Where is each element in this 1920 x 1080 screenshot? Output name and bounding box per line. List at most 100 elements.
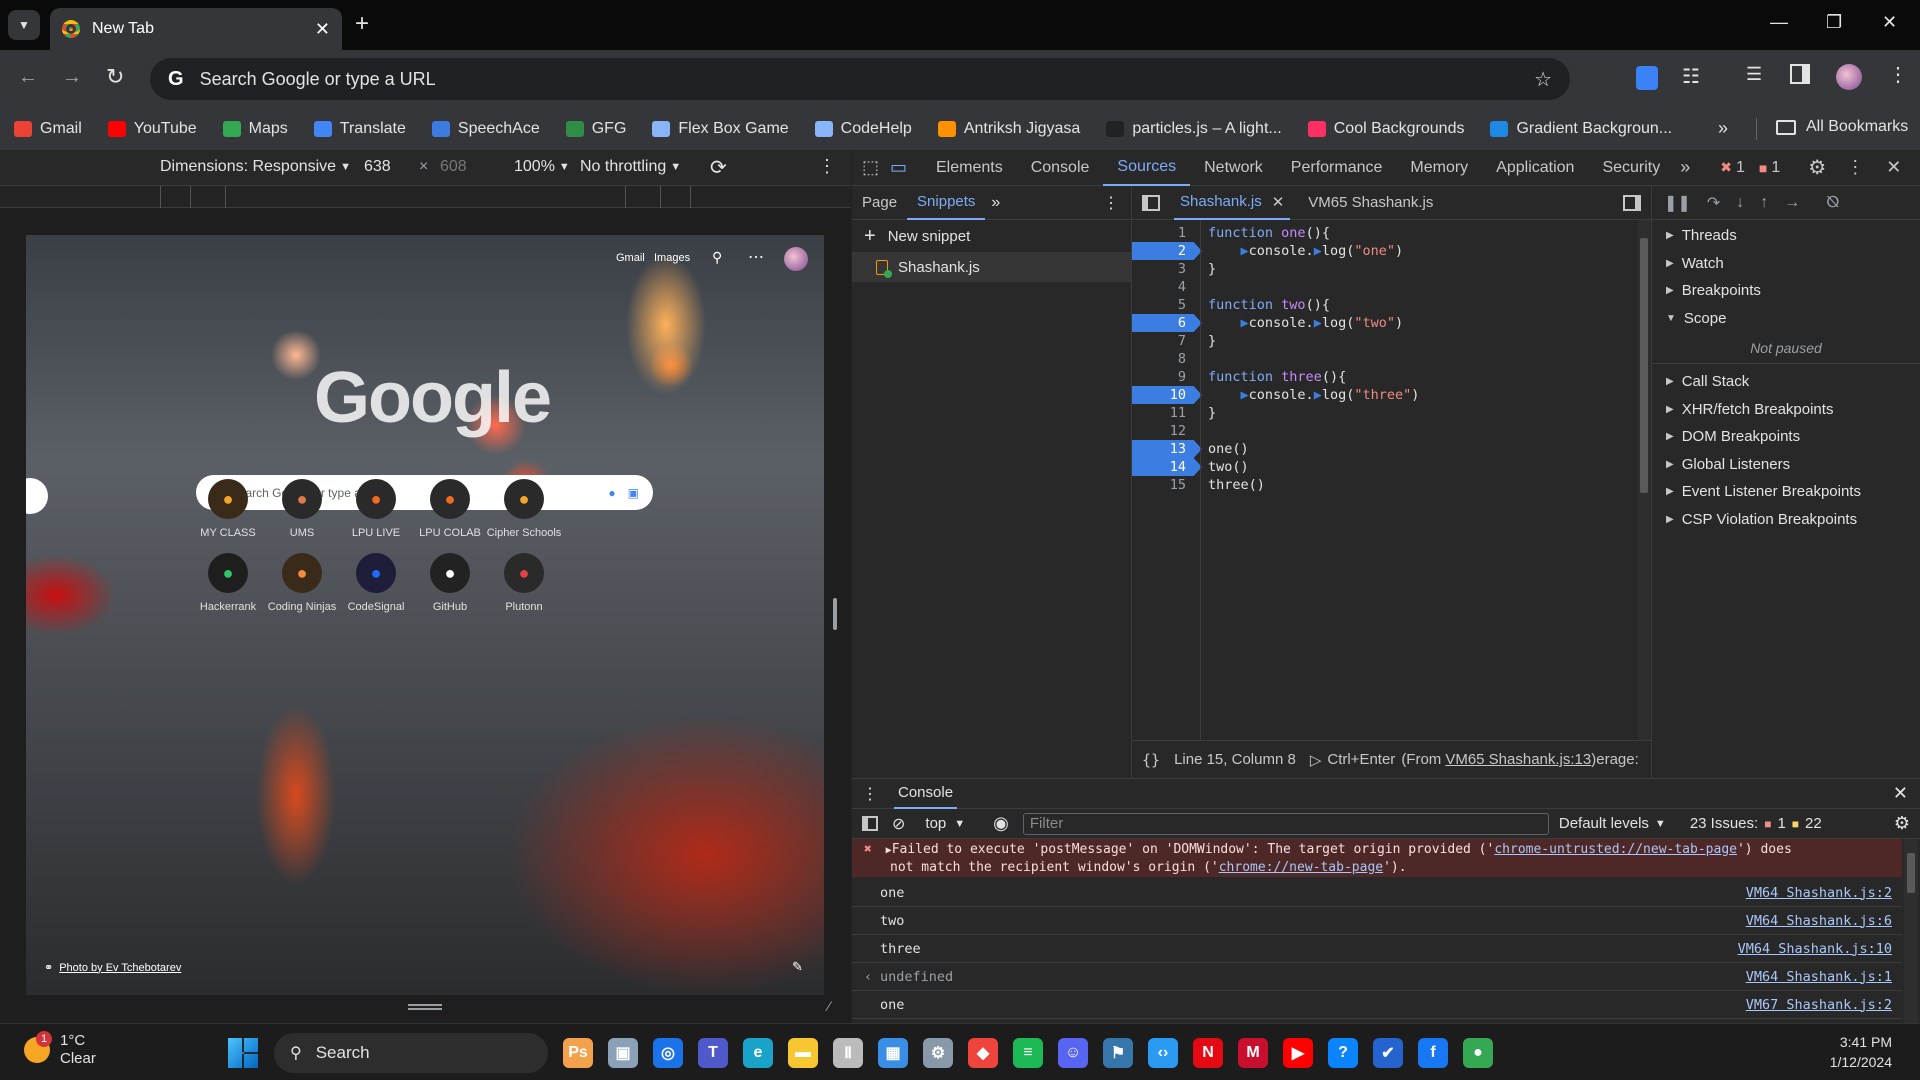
forward-icon[interactable]: → bbox=[62, 66, 82, 89]
console-log-source-link[interactable]: VM64 Shashank.js:1 bbox=[1746, 969, 1892, 985]
photoshop-icon[interactable]: Ps bbox=[563, 1038, 593, 1068]
close-drawer-icon[interactable]: ✕ bbox=[1893, 783, 1908, 804]
tab-new-tab[interactable]: New Tab ✕ bbox=[50, 8, 342, 50]
ntp-shortcut[interactable]: ● Cipher Schools bbox=[478, 479, 570, 539]
help-icon[interactable]: ? bbox=[1328, 1038, 1358, 1068]
line-number[interactable]: 1 bbox=[1132, 224, 1202, 242]
chrome-menu-icon[interactable]: ⋮ bbox=[1888, 62, 1908, 87]
deactivate-breakpoints-icon[interactable]: ⦰ bbox=[1826, 194, 1839, 212]
all-bookmarks-button[interactable]: All Bookmarks bbox=[1776, 118, 1908, 136]
live-expression-eye-icon[interactable]: ◉ bbox=[993, 813, 1009, 834]
bookmark-item[interactable]: SpeechAce bbox=[431, 120, 540, 138]
console-log-source-link[interactable]: VM64 Shashank.js:2 bbox=[1746, 885, 1892, 901]
breakpoint-line-number[interactable]: 6 bbox=[1132, 314, 1202, 332]
pretty-print-icon[interactable]: {} bbox=[1142, 751, 1160, 769]
device-toggle-icon[interactable]: ▭ bbox=[890, 157, 922, 178]
store-icon[interactable]: ▦ bbox=[878, 1038, 908, 1068]
line-number[interactable]: 11 bbox=[1132, 404, 1202, 422]
lens-icon[interactable]: ▣ bbox=[628, 486, 639, 500]
weather-widget[interactable]: 1 1°C Clear bbox=[24, 1031, 96, 1068]
back-icon[interactable]: ← bbox=[18, 66, 38, 89]
snippet-file-item[interactable]: Shashank.js bbox=[852, 252, 1131, 282]
bookmark-item[interactable]: Translate bbox=[313, 120, 406, 138]
drawer-menu-icon[interactable]: ⋮ bbox=[862, 784, 878, 804]
devtools-tab-console[interactable]: Console bbox=[1017, 150, 1104, 186]
tab-search-button[interactable]: ▼ bbox=[8, 10, 40, 40]
bookmark-item[interactable]: Gmail bbox=[14, 120, 82, 138]
issues-button[interactable]: 23 Issues: ■ 1 ■ 22 bbox=[1690, 815, 1822, 832]
bookmark-item[interactable]: Maps bbox=[222, 120, 288, 138]
warning-count-icon[interactable]: ■ bbox=[1759, 160, 1767, 176]
devtools-tab-network[interactable]: Network bbox=[1190, 150, 1277, 186]
breakpoint-line-number[interactable]: 2 bbox=[1132, 242, 1202, 260]
breakpoint-line-number[interactable]: 13 bbox=[1132, 440, 1202, 458]
bookmark-item[interactable]: YouTube bbox=[107, 120, 197, 138]
viewport-resize-corner-icon[interactable]: ∕ bbox=[828, 998, 830, 1014]
teams-icon[interactable]: T bbox=[698, 1038, 728, 1068]
debugger-section[interactable]: ▶ Call Stack bbox=[1652, 368, 1920, 396]
media-control-icon[interactable]: ☰ bbox=[1746, 64, 1762, 85]
bookmark-item[interactable]: Antriksh Jigyasa bbox=[937, 120, 1080, 138]
debugger-section[interactable]: ▶ CSP Violation Breakpoints bbox=[1652, 506, 1920, 534]
line-number[interactable]: 7 bbox=[1132, 332, 1202, 350]
height-input[interactable]: 608 bbox=[440, 158, 467, 176]
bookmark-item[interactable]: Flex Box Game bbox=[652, 120, 789, 138]
ntp-images-link[interactable]: Images bbox=[654, 252, 690, 264]
line-number[interactable]: 4 bbox=[1132, 278, 1202, 296]
new-snippet-button[interactable]: + New snippet bbox=[852, 220, 1131, 252]
inline-breakpoint-icon[interactable]: ▶ bbox=[1314, 315, 1322, 331]
new-tab-icon[interactable]: + bbox=[355, 10, 369, 38]
toggle-navigator-icon[interactable] bbox=[1142, 194, 1160, 211]
devtools-menu-icon[interactable]: ⋮ bbox=[1846, 157, 1864, 178]
inline-breakpoint-icon[interactable]: ▶ bbox=[1241, 315, 1249, 331]
close-tab-icon[interactable]: ✕ bbox=[315, 19, 330, 40]
nav-tab-snippets[interactable]: Snippets bbox=[907, 186, 986, 220]
devtools-tab-application[interactable]: Application bbox=[1482, 150, 1588, 186]
bookmark-item[interactable]: Gradient Backgroun... bbox=[1490, 120, 1672, 138]
devtools-tab-sources[interactable]: Sources bbox=[1103, 150, 1191, 186]
debugger-section[interactable]: ▶ Global Listeners bbox=[1652, 451, 1920, 479]
more-bookmarks-icon[interactable]: » bbox=[1718, 118, 1728, 139]
breakpoint-line-number[interactable]: 10 bbox=[1132, 386, 1202, 404]
toggle-debugger-icon[interactable] bbox=[1623, 194, 1641, 211]
viewport-resize-handle-right[interactable] bbox=[833, 598, 837, 630]
file-explorer-window-icon[interactable]: ▣ bbox=[608, 1038, 638, 1068]
clock-date[interactable]: 1/12/2024 bbox=[1800, 1052, 1892, 1072]
bookmark-item[interactable]: Cool Backgrounds bbox=[1307, 120, 1464, 138]
width-input[interactable]: 638 bbox=[364, 158, 391, 176]
inline-breakpoint-icon[interactable]: ▶ bbox=[1241, 387, 1249, 403]
dimensions-dropdown[interactable]: Dimensions: Responsive ▼ bbox=[160, 158, 351, 176]
discord-icon[interactable]: ☺ bbox=[1058, 1038, 1088, 1068]
line-number[interactable]: 12 bbox=[1132, 422, 1202, 440]
close-editor-tab-icon[interactable]: ✕ bbox=[1272, 193, 1285, 211]
devtools-tab-elements[interactable]: Elements bbox=[922, 150, 1017, 186]
error-link[interactable]: chrome://new-tab-page bbox=[1219, 860, 1383, 875]
restore-icon[interactable]: ❐ bbox=[1826, 12, 1842, 33]
settings-gear-icon[interactable]: ⚙ bbox=[1808, 155, 1826, 180]
bookmark-item[interactable]: CodeHelp bbox=[814, 120, 912, 138]
voice-search-icon[interactable]: ● bbox=[608, 486, 615, 500]
line-number[interactable]: 8 bbox=[1132, 350, 1202, 368]
inline-breakpoint-icon[interactable]: ▶ bbox=[1314, 243, 1322, 259]
chrome-icon[interactable]: ● bbox=[1463, 1038, 1493, 1068]
code-area[interactable]: 1 2 3 4 5 6 7 8 9 10 11 12 13 14 15 function one(){ ▶c… bbox=[1132, 220, 1652, 740]
python-icon[interactable]: ⚑ bbox=[1103, 1038, 1133, 1068]
console-filter-input[interactable]: Filter bbox=[1022, 812, 1549, 835]
console-scrollbar[interactable] bbox=[1904, 839, 1918, 1024]
devtools-tab-memory[interactable]: Memory bbox=[1396, 150, 1482, 186]
reload-icon[interactable]: ↻ bbox=[106, 64, 124, 90]
line-number[interactable]: 9 bbox=[1132, 368, 1202, 386]
lens-icon[interactable]: ◎ bbox=[653, 1038, 683, 1068]
side-panel-icon[interactable] bbox=[1790, 64, 1810, 84]
nav-tab-page[interactable]: Page bbox=[852, 194, 907, 211]
error-link[interactable]: chrome-untrusted://new-tab-page bbox=[1494, 842, 1737, 857]
debugger-section[interactable]: ▶ Breakpoints bbox=[1652, 277, 1920, 305]
viewport-resize-handle-bottom[interactable] bbox=[408, 1004, 442, 1010]
bookmark-item[interactable]: GFG bbox=[565, 120, 626, 138]
line-number[interactable]: 3 bbox=[1132, 260, 1202, 278]
profile-avatar[interactable] bbox=[1836, 64, 1862, 90]
pause-icon[interactable]: ❚❚ bbox=[1664, 193, 1691, 213]
log-levels-dropdown[interactable]: Default levels ▼ bbox=[1559, 815, 1666, 832]
device-more-icon[interactable]: ⋮ bbox=[818, 156, 836, 177]
devtools-tab-security[interactable]: Security bbox=[1588, 150, 1674, 186]
